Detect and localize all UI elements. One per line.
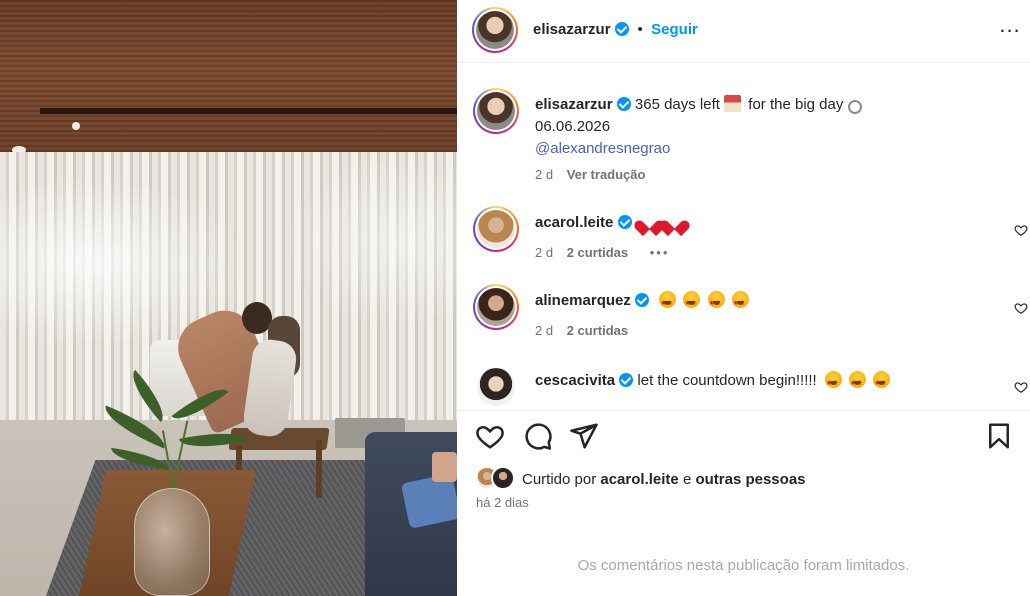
comment-time: 2 d — [535, 323, 554, 338]
bookmark-icon[interactable] — [984, 421, 1014, 451]
comment-like-heart-icon[interactable] — [1014, 301, 1028, 315]
comment-more-icon[interactable]: ••• — [650, 245, 670, 260]
comment-username[interactable]: alinemarquez — [535, 292, 631, 309]
verified-icon — [616, 97, 631, 111]
red-heart-emoji-icon — [640, 214, 658, 230]
comment-username[interactable]: acarol.leite — [535, 214, 613, 231]
star-struck-emoji-icon — [849, 371, 867, 395]
star-struck-emoji-icon — [683, 291, 701, 315]
star-struck-emoji-icon — [873, 371, 891, 395]
star-struck-emoji-icon — [731, 291, 749, 315]
caption: elisazarzur 365 days left for the big da… — [473, 88, 1030, 188]
likes-others[interactable]: outras pessoas — [695, 471, 805, 488]
house-emoji-icon — [724, 95, 742, 112]
likes-summary: Curtido por acarol.leite e outras pessoa… — [522, 471, 806, 488]
red-heart-emoji-icon — [665, 214, 683, 230]
comment-text: cescacivita let the countdown begin!!!!! — [535, 370, 1005, 395]
avatar-image — [477, 92, 515, 130]
glass-vase — [134, 488, 210, 596]
star-struck-emoji-icon — [707, 291, 725, 315]
ceiling-slot — [40, 108, 457, 114]
follow-button[interactable]: Seguir — [651, 21, 698, 38]
liker-avatar — [491, 466, 515, 490]
separator-dot: • — [637, 21, 643, 38]
likes-user[interactable]: acarol.leite — [600, 471, 678, 488]
commenter-avatar[interactable] — [473, 206, 519, 252]
comment-icon[interactable] — [523, 421, 553, 451]
ring-emoji-icon — [847, 100, 862, 114]
heart-icon[interactable] — [475, 421, 505, 451]
verified-icon — [635, 293, 650, 307]
post-actions — [457, 410, 1030, 458]
translate-link[interactable]: Ver tradução — [567, 167, 646, 182]
comment-time: 2 d — [535, 245, 554, 260]
star-struck-emoji-icon — [659, 291, 677, 315]
post-header: elisazarzur • Seguir ... — [457, 0, 1030, 63]
comment-like-heart-icon[interactable] — [1014, 223, 1028, 237]
caption-time: 2 d — [535, 167, 554, 182]
caption-username[interactable]: elisazarzur — [535, 96, 613, 113]
comment-item: alinemarquez 2 d 2 curtidas — [473, 284, 1030, 348]
avatar-image — [476, 11, 514, 49]
comment-like-heart-icon[interactable] — [1014, 380, 1028, 394]
avatar-image — [477, 368, 515, 406]
avatar-image — [477, 288, 515, 326]
commenter-avatar[interactable] — [473, 284, 519, 330]
comment-text: acarol.leite — [535, 212, 1005, 234]
instagram-post: elisazarzur • Seguir ... elisazarzur 365… — [0, 0, 1030, 596]
comment-text: alinemarquez — [535, 290, 1005, 315]
pillow — [432, 452, 457, 482]
verified-icon — [619, 373, 634, 387]
post-date: há 2 dias — [476, 495, 529, 510]
comment-item: cescacivita let the countdown begin!!!!! — [473, 364, 1030, 406]
caption-date: 06.06.2026 — [535, 118, 611, 135]
author-username[interactable]: elisazarzur — [533, 21, 611, 38]
comment-likes[interactable]: 2 curtidas — [567, 323, 628, 338]
post-photo[interactable] — [0, 0, 457, 596]
comment-item: acarol.leite 2 d 2 curtidas ••• — [473, 206, 1030, 270]
verified-icon — [615, 22, 629, 36]
post-side-panel: elisazarzur • Seguir ... elisazarzur 365… — [457, 0, 1030, 596]
caption-text-part2: for the big day — [748, 96, 844, 113]
likes-prefix: Curtido por — [522, 471, 597, 488]
verified-icon — [617, 215, 632, 229]
comment-meta: 2 d 2 curtidas ••• — [535, 245, 679, 260]
mention-link[interactable]: @alexandresnegrao — [535, 140, 670, 157]
likes-conj: e — [682, 471, 692, 488]
caption-text-part1: 365 days left — [634, 96, 720, 113]
author-avatar[interactable] — [472, 7, 518, 53]
ceiling-light — [72, 122, 80, 130]
share-icon[interactable] — [569, 421, 599, 451]
commenter-avatar[interactable] — [477, 368, 515, 406]
avatar-image — [477, 210, 515, 248]
chair-leg — [316, 440, 322, 498]
caption-text: elisazarzur 365 days left for the big da… — [535, 94, 1005, 160]
caption-meta: 2 d Ver tradução — [535, 167, 655, 182]
caption-avatar[interactable] — [473, 88, 519, 134]
likers-avatars[interactable] — [475, 466, 519, 492]
comments-limited-notice: Os comentários nesta publicação foram li… — [577, 557, 910, 574]
comment-body: let the countdown begin!!!!! — [637, 372, 817, 389]
wood-ceiling — [0, 0, 457, 158]
comment-likes[interactable]: 2 curtidas — [567, 245, 628, 260]
star-struck-emoji-icon — [824, 371, 842, 395]
more-icon[interactable]: ... — [998, 14, 1022, 42]
comment-meta: 2 d 2 curtidas — [535, 323, 638, 338]
comment-username[interactable]: cescacivita — [535, 372, 615, 389]
